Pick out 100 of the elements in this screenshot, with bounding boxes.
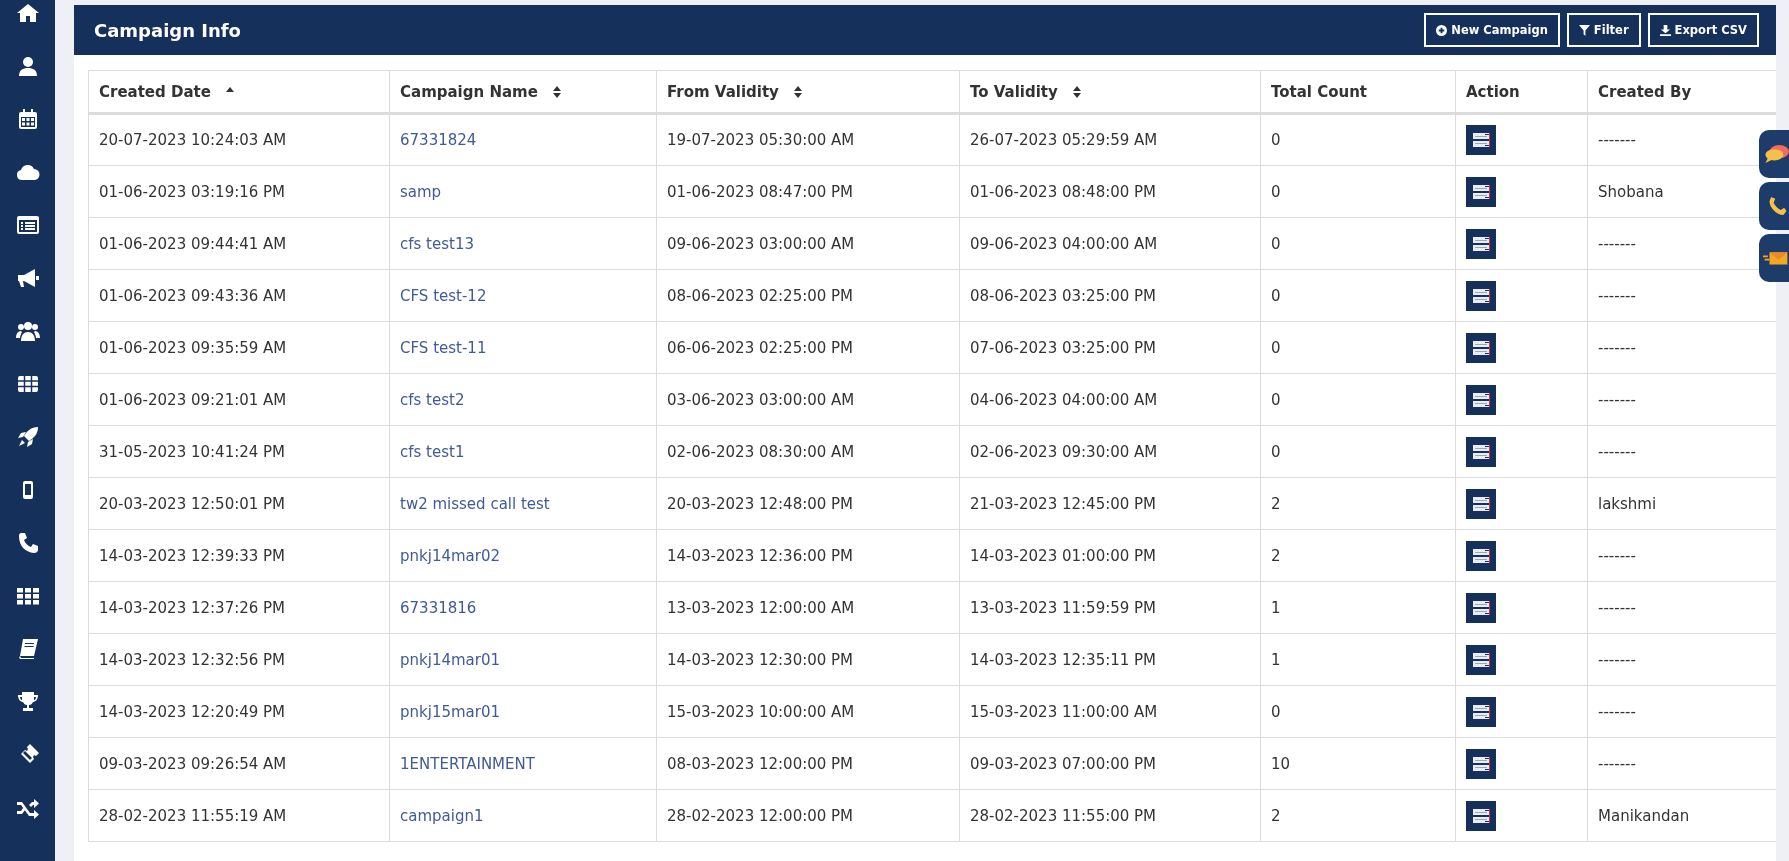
table-cell: 01-06-2023 08:47:00 PM	[667, 182, 854, 201]
filter-icon	[1578, 24, 1590, 36]
header-button[interactable]: Filter	[1566, 13, 1641, 47]
table-cell: 02-06-2023 08:30:00 AM	[667, 442, 855, 461]
details-button[interactable]	[1466, 280, 1496, 311]
campaign-link[interactable]: 67331824	[400, 131, 477, 149]
server-icon	[1472, 600, 1490, 615]
table-cell: 14-03-2023 12:39:33 PM	[99, 546, 286, 565]
table-cell: 20-03-2023 12:50:01 PM	[99, 494, 286, 513]
table-cell: 0	[1271, 182, 1281, 201]
campaign-link[interactable]: cfs test13	[400, 234, 474, 253]
sort-ascending-icon[interactable]	[224, 85, 235, 92]
rocket-icon[interactable]	[15, 424, 40, 449]
table-cell: 01-06-2023 03:19:16 PM	[99, 182, 286, 201]
table-cell: -------	[1598, 131, 1636, 149]
table-cell: 09-03-2023 09:26:54 AM	[99, 754, 287, 773]
table-cell: 14-03-2023 12:37:26 PM	[99, 598, 286, 617]
table-cell: 08-06-2023 03:25:00 PM	[970, 286, 1157, 305]
details-button[interactable]	[1466, 644, 1496, 675]
server-icon	[1472, 444, 1490, 459]
column-header[interactable]: Created Date	[99, 82, 211, 101]
sort-icon[interactable]	[551, 84, 562, 99]
plus-circle-icon	[1436, 24, 1448, 36]
details-button[interactable]	[1466, 228, 1496, 259]
server-icon	[1472, 652, 1490, 667]
table-cell: 01-06-2023 09:44:41 AM	[99, 234, 287, 253]
details-button[interactable]	[1466, 176, 1496, 207]
table-cell: 01-06-2023 09:35:59 AM	[99, 338, 287, 357]
campaign-link[interactable]: 67331816	[400, 598, 477, 617]
table-cell: 1	[1271, 650, 1281, 669]
table-cell: -------	[1598, 546, 1636, 565]
campaign-link[interactable]: pnkj14mar02	[400, 546, 501, 565]
details-button[interactable]	[1466, 332, 1496, 363]
table-cell: -------	[1598, 234, 1636, 253]
campaign-link[interactable]: campaign1	[400, 806, 484, 825]
table-cell: -------	[1598, 390, 1636, 409]
campaign-link[interactable]: 1ENTERTAINMENT	[400, 754, 535, 773]
server-icon	[1472, 392, 1490, 407]
server-icon	[1472, 808, 1490, 823]
table-cell: 14-03-2023 12:36:00 PM	[667, 546, 854, 565]
server-icon	[1472, 548, 1490, 563]
table-cell: 28-02-2023 12:00:00 PM	[667, 806, 854, 825]
details-button[interactable]	[1466, 540, 1496, 571]
column-header[interactable]: To Validity	[970, 82, 1058, 101]
details-button[interactable]	[1466, 384, 1496, 415]
table-cell: 0	[1271, 702, 1281, 721]
sort-icon[interactable]	[1071, 84, 1082, 99]
table-cell: 09-06-2023 04:00:00 AM	[970, 234, 1158, 253]
table-cell: 0	[1271, 234, 1281, 253]
table-cell: 13-03-2023 11:59:59 PM	[970, 598, 1157, 617]
table-cell: 0	[1271, 390, 1281, 409]
floating-tab[interactable]	[1759, 234, 1789, 282]
details-button[interactable]	[1466, 125, 1496, 155]
column-header[interactable]: From Validity	[667, 82, 779, 101]
details-button[interactable]	[1466, 436, 1496, 467]
server-icon	[1472, 184, 1490, 199]
server-icon	[1472, 756, 1490, 771]
server-icon	[1472, 340, 1490, 355]
table-cell: 28-02-2023 11:55:19 AM	[99, 806, 287, 825]
table-cell: 04-06-2023 04:00:00 AM	[970, 390, 1158, 409]
table-cell: 01-06-2023 08:48:00 PM	[970, 182, 1157, 201]
floating-tab[interactable]	[1759, 182, 1789, 230]
trophy-icon[interactable]	[15, 689, 40, 714]
details-button[interactable]	[1466, 800, 1496, 831]
server-icon	[1472, 133, 1490, 147]
header-button[interactable]: New Campaign	[1424, 13, 1560, 47]
download-icon	[1659, 24, 1671, 36]
details-button[interactable]	[1466, 592, 1496, 623]
table-cell: 09-06-2023 03:00:00 AM	[667, 234, 855, 253]
sort-icon[interactable]	[792, 84, 803, 99]
table-cell: 03-06-2023 03:00:00 AM	[667, 390, 855, 409]
table-cell: 02-06-2023 09:30:00 AM	[970, 442, 1158, 461]
details-button[interactable]	[1466, 488, 1496, 519]
details-button[interactable]	[1466, 696, 1496, 727]
table-cell: 20-03-2023 12:48:00 PM	[667, 494, 854, 513]
campaign-link[interactable]: samp	[400, 182, 442, 201]
details-button[interactable]	[1466, 748, 1496, 779]
campaign-link[interactable]: cfs test1	[400, 442, 465, 461]
table-cell: 20-07-2023 10:24:03 AM	[99, 131, 287, 149]
column-header[interactable]: Action	[1466, 82, 1520, 101]
floating-tab[interactable]	[1759, 130, 1789, 178]
table-cell: 2	[1271, 494, 1281, 513]
table-cell: 09-03-2023 07:00:00 PM	[970, 754, 1157, 773]
table-cell: 08-06-2023 02:25:00 PM	[667, 286, 854, 305]
table-cell: -------	[1598, 442, 1636, 461]
table-cell: 15-03-2023 10:00:00 AM	[667, 702, 855, 721]
header-button[interactable]: Export CSV	[1647, 13, 1759, 47]
campaign-link[interactable]: pnkj14mar01	[400, 650, 501, 669]
table-cell: 0	[1271, 338, 1281, 357]
campaign-link[interactable]: pnkj15mar01	[400, 702, 501, 721]
table-cell: 2	[1271, 806, 1281, 825]
table-cell: 26-07-2023 05:29:59 AM	[970, 131, 1158, 149]
table-cell: 14-03-2023 12:35:11 PM	[970, 650, 1157, 669]
table-cell: 06-06-2023 02:25:00 PM	[667, 338, 854, 357]
table-cell: Shobana	[1598, 182, 1664, 201]
server-icon	[1472, 704, 1490, 719]
table-cell: 1	[1271, 598, 1281, 617]
campaign-link[interactable]: CFS test-11	[400, 338, 487, 357]
campaign-link[interactable]: CFS test-12	[400, 286, 487, 305]
campaign-link[interactable]: cfs test2	[400, 390, 465, 409]
